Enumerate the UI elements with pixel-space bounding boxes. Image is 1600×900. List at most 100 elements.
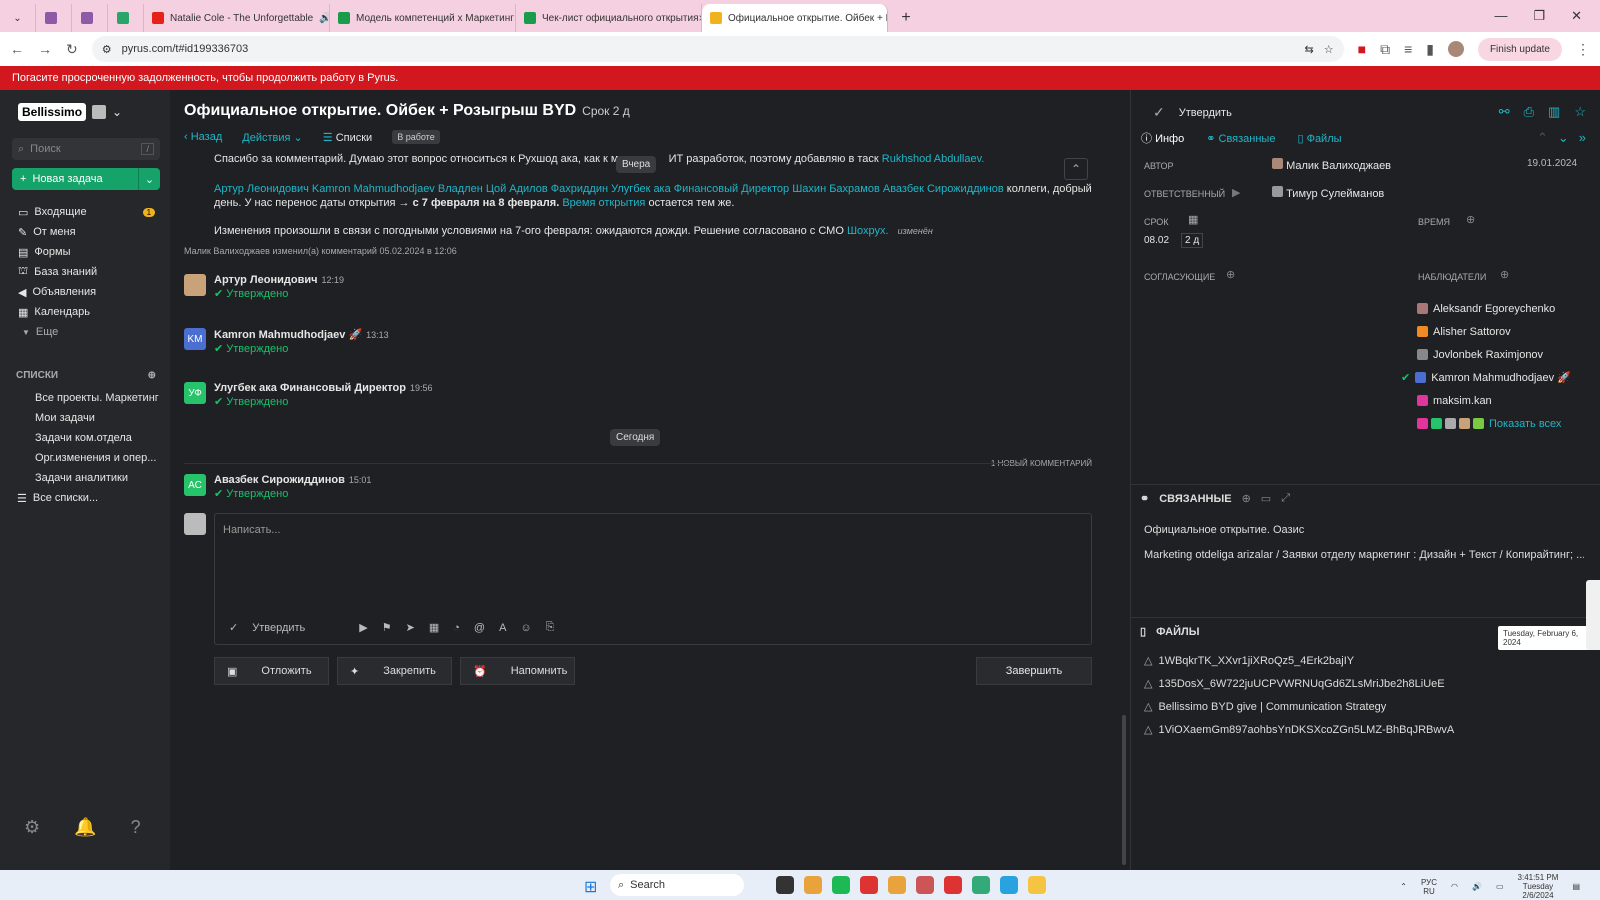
taskbar-search[interactable]: ⌕ Search	[610, 874, 744, 896]
media-icon[interactable]: ≡	[1404, 41, 1412, 57]
bookmark-star-icon[interactable]: ☆	[1324, 43, 1334, 56]
finish-button[interactable]: Завершить	[976, 657, 1092, 685]
approver-name[interactable]: Артур Леонидович	[214, 274, 318, 286]
list-item-all[interactable]: ☰ Все списки...	[17, 488, 159, 508]
battery-icon[interactable]: ▭	[1496, 882, 1504, 891]
add-related-icon[interactable]: ⊕	[1242, 492, 1251, 505]
sidebar-item-more[interactable]: ▼ Еще	[18, 322, 155, 342]
avatar[interactable]	[1431, 418, 1442, 429]
spotify-icon[interactable]	[832, 876, 850, 894]
back-arrow-icon[interactable]: ←	[10, 41, 24, 57]
browser-tab-sheets[interactable]: Модель компетенций х Маркетинг×	[330, 4, 516, 32]
scrollbar[interactable]	[1122, 715, 1126, 865]
list-item[interactable]: Задачи ком.отдела	[35, 428, 159, 448]
avatar[interactable]	[1417, 418, 1428, 429]
avatar[interactable]: АС	[184, 474, 206, 496]
sidebar-item-from-me[interactable]: ✎ От меня	[18, 222, 155, 242]
add-observer-icon[interactable]: ⊕	[1500, 268, 1509, 281]
wifi-icon[interactable]: ◠	[1451, 882, 1458, 891]
close-window-icon[interactable]: ✕	[1571, 8, 1582, 24]
double-chevron-right-icon[interactable]: »	[1579, 130, 1586, 146]
site-info-icon[interactable]: ⚙	[102, 43, 112, 56]
screencast-widget[interactable]	[1586, 580, 1600, 650]
extension-icon[interactable]: ■	[1358, 41, 1366, 57]
approver-name[interactable]: Улугбек ака Финансовый Директор	[214, 382, 406, 394]
approve-check-icon[interactable]: ✓	[229, 621, 238, 634]
list-item[interactable]: Задачи аналитики	[35, 468, 159, 488]
author-value[interactable]: Малик Валиходжаев	[1272, 158, 1391, 172]
approve-button[interactable]: Утвердить	[252, 622, 305, 634]
text-format-icon[interactable]: A	[499, 622, 506, 634]
postpone-button[interactable]: ▣ Отложить	[214, 657, 329, 685]
notepad-icon[interactable]	[972, 876, 990, 894]
avatar[interactable]	[1473, 418, 1484, 429]
observer-item[interactable]: Alisher Sattorov	[1417, 320, 1571, 343]
tab-list-button[interactable]: ⌄	[0, 4, 36, 32]
minimize-icon[interactable]: —	[1494, 8, 1507, 24]
file-item[interactable]: △ 1ViOXaemGm897aohbsYnDKSXcoZGn5LMZ-BhBqJ…	[1144, 723, 1454, 737]
clock[interactable]: 3:41:51 PM Tuesday 2/6/2024	[1518, 873, 1559, 900]
task-view-icon[interactable]	[776, 876, 794, 894]
user-avatar-icon[interactable]	[92, 105, 107, 119]
observer-item[interactable]: Jovlonbek Raximjonov	[1417, 343, 1571, 366]
link-icon[interactable]: ⚯	[1499, 104, 1510, 120]
emoji-icon[interactable]: ☺	[520, 622, 531, 634]
observer-item[interactable]: ✔ Kamron Mahmudhodjaev 🚀	[1401, 366, 1571, 389]
translate-icon[interactable]: ⇆	[1305, 43, 1314, 56]
comment-editor[interactable]: Написать... ✓ Утвердить ▶ ⚑ ➤ ▦ ◔ @ A ☺ …	[214, 513, 1092, 645]
tray-chevron-icon[interactable]: ⌃	[1400, 882, 1407, 891]
expand-icon[interactable]: ⤢	[1281, 492, 1290, 505]
due-date[interactable]: 08.02	[1144, 235, 1169, 246]
browser-tab[interactable]	[36, 4, 72, 32]
windows-start-icon[interactable]: ⊞	[584, 877, 597, 897]
list-item[interactable]: Все проекты. Маркетинг	[35, 388, 159, 408]
chevron-up-icon[interactable]: ⌃	[1537, 130, 1548, 146]
related-task-link[interactable]: Официальное открытие. Оазис	[1144, 524, 1304, 536]
chevron-down-icon[interactable]: ⌄	[112, 105, 122, 119]
file-item[interactable]: △ 1WBqkrTK_XXvr1jiXRoQz5_4Erk2bajIY	[1144, 654, 1354, 668]
layout-icon[interactable]: ▥	[1548, 104, 1560, 120]
send-icon[interactable]: ▶	[1232, 186, 1240, 199]
chrome-icon[interactable]	[888, 876, 906, 894]
settings-gear-icon[interactable]: ⚙	[24, 817, 40, 838]
avatar[interactable]	[1445, 418, 1456, 429]
mention-link[interactable]: Шохрух.	[847, 225, 889, 237]
browser-tab-youtube[interactable]: Natalie Cole - The Unforgettable🔊×	[144, 4, 330, 32]
add-list-icon[interactable]: ⊕	[148, 370, 156, 381]
add-time-icon[interactable]: ⊕	[1466, 213, 1475, 226]
back-button[interactable]: ‹ Назад	[184, 131, 222, 143]
logo[interactable]: Bellissimo ⌄	[18, 103, 122, 121]
maximize-icon[interactable]: ❐	[1533, 8, 1545, 24]
reload-icon[interactable]: ↻	[66, 41, 78, 58]
list-item[interactable]: Орг.изменения и опер...	[35, 448, 159, 468]
mention-icon[interactable]: @	[474, 622, 485, 634]
browser-tab[interactable]	[72, 4, 108, 32]
approver-name[interactable]: Авазбек Сирожиддинов	[214, 474, 345, 486]
status-badge[interactable]: В работе	[392, 130, 440, 144]
folder-icon[interactable]	[1028, 876, 1046, 894]
sidebar-item-calendar[interactable]: ▦ Календарь	[18, 302, 155, 322]
remind-button[interactable]: ⏰ Напомнить	[460, 657, 575, 685]
paste-icon[interactable]: ▭	[1261, 492, 1271, 505]
tab-related[interactable]: ⚭ Связанные	[1206, 132, 1275, 145]
actions-dropdown[interactable]: Действия ⌄	[242, 131, 302, 144]
attachment-icon[interactable]: ⎘	[546, 621, 555, 634]
sidebar-item-knowledge[interactable]: ⛫ База знаний	[18, 262, 155, 282]
menu-dots-icon[interactable]: ⋮	[1576, 41, 1590, 58]
browser-tab-sheets[interactable]: Чек-лист официального открытия×	[516, 4, 702, 32]
show-all-link[interactable]: Показать всех	[1489, 418, 1561, 430]
forward-arrow-icon[interactable]: →	[38, 41, 52, 57]
chrome-icon[interactable]	[804, 876, 822, 894]
side-panel-icon[interactable]: ▮	[1426, 41, 1434, 58]
sidebar-item-announcements[interactable]: ◀ Объявления	[18, 282, 155, 302]
observer-item[interactable]: Aleksandr Egoreychenko	[1417, 297, 1571, 320]
mention-link[interactable]: Rukhshod Abdullaev.	[882, 153, 985, 165]
app-icon[interactable]	[860, 876, 878, 894]
related-task-link[interactable]: Marketing otdeliga arizalar / Заявки отд…	[1144, 549, 1584, 561]
star-icon[interactable]: ☆	[1574, 104, 1586, 120]
avatar[interactable]	[1447, 41, 1464, 57]
language-indicator[interactable]: РУС RU	[1421, 878, 1437, 896]
telegram-icon[interactable]	[1000, 876, 1018, 894]
file-item[interactable]: △ 135DosX_6W722juUCPVWRNUqGd6ZLsMriJbe2h8…	[1144, 677, 1445, 691]
add-approver-icon[interactable]: ⊕	[1226, 268, 1235, 281]
